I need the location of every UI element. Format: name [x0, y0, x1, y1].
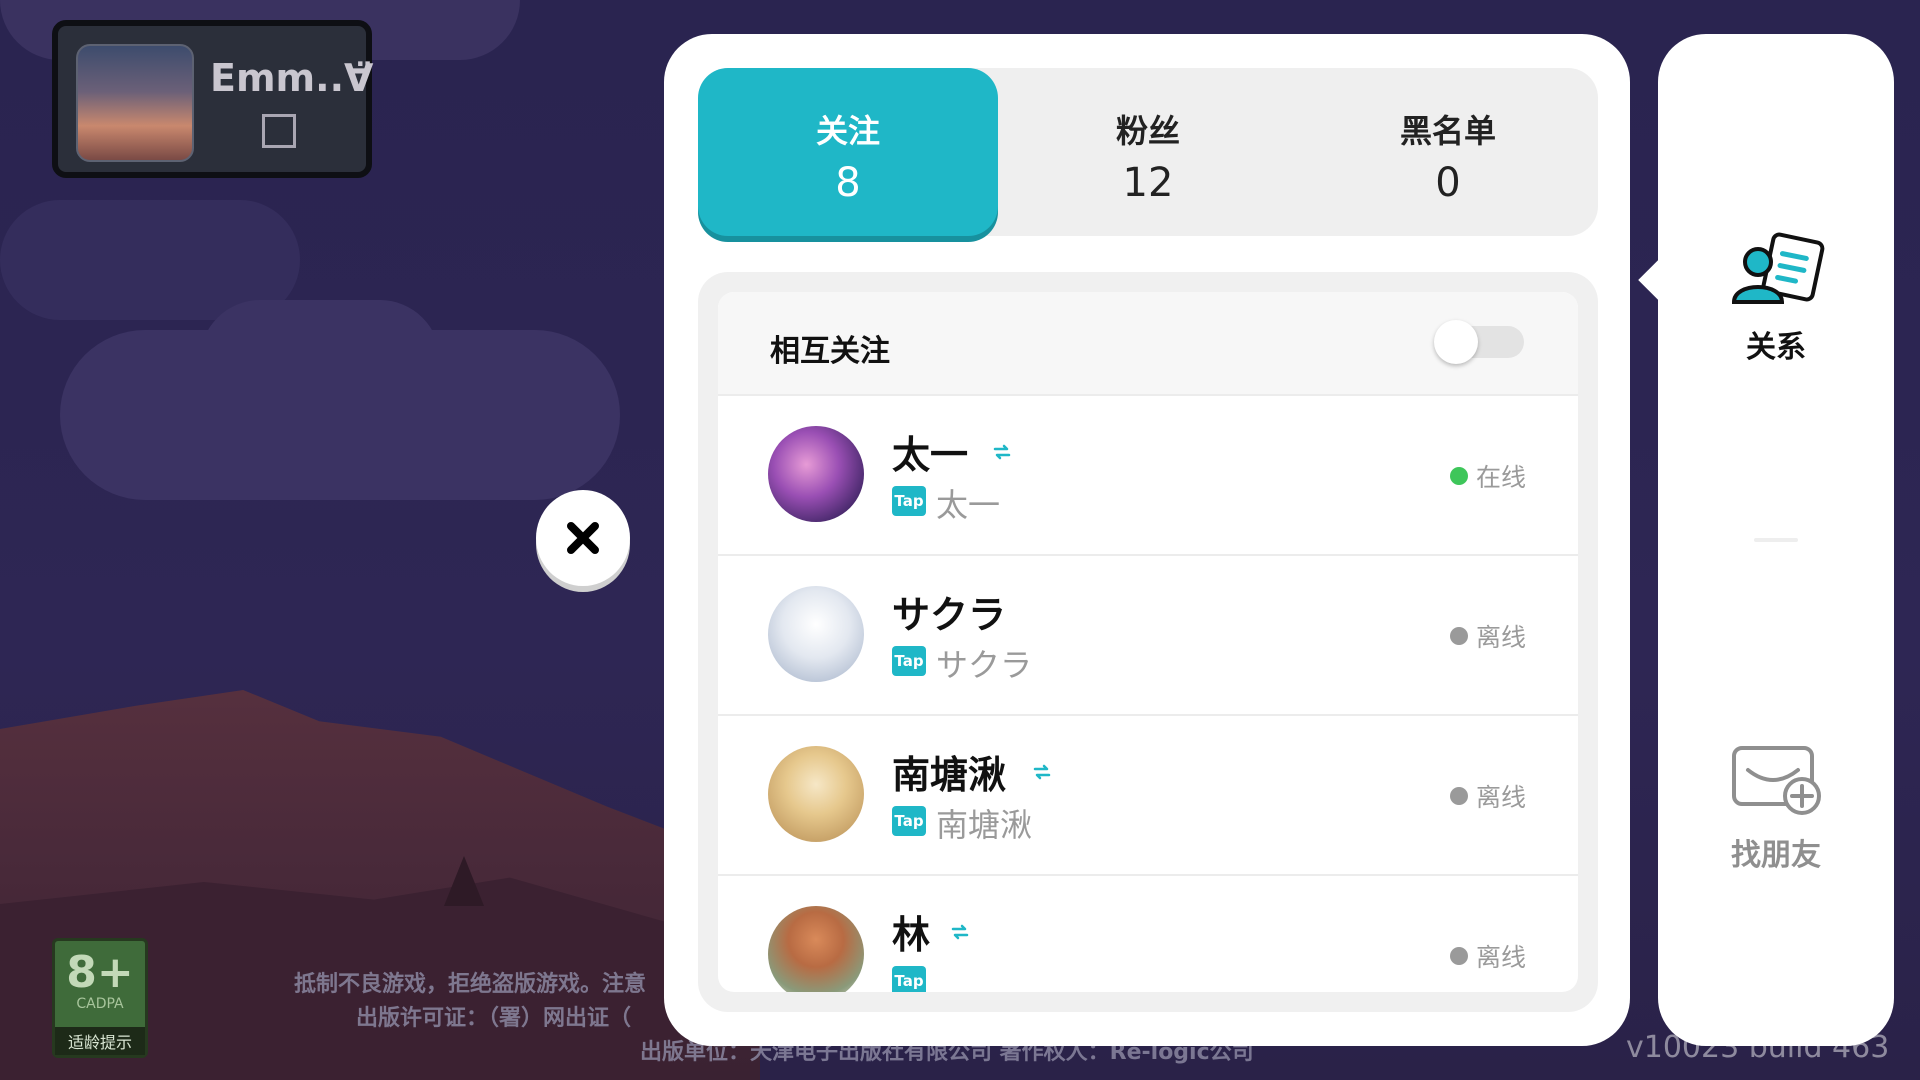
tab-blacklist[interactable]: 黑名单 0	[1298, 68, 1598, 236]
side-find-friends-label: 找朋友	[1731, 838, 1821, 873]
player-name: Emm..∀̈	[210, 56, 374, 100]
friend-row[interactable]: 林 Tap 离线	[718, 876, 1578, 992]
offline-dot	[1449, 787, 1468, 805]
friend-status: 离线	[1449, 778, 1526, 814]
age-rating-badge: 8+ CADPA 适龄提示	[52, 938, 148, 1058]
relations-icon	[1731, 232, 1825, 304]
friend-avatar	[768, 586, 864, 682]
friend-tap-name: 南塘湫	[936, 806, 1033, 844]
player-status-box	[262, 114, 296, 148]
notice-line-1: 抵制不良游戏，拒绝盗版游戏。注意	[294, 972, 647, 997]
mutual-follow-icon	[1033, 764, 1051, 780]
close-button[interactable]	[536, 490, 630, 586]
side-relations-label: 关系	[1746, 330, 1806, 365]
tab-fans-label: 粉丝	[1115, 112, 1180, 150]
friend-row[interactable]: サクラ Tap サクラ 离线	[718, 556, 1578, 716]
friend-avatar	[768, 746, 864, 842]
friend-status-text: 在线	[1475, 463, 1526, 492]
tab-following-label: 关注	[815, 112, 880, 150]
friend-status: 离线	[1449, 618, 1526, 654]
friend-status: 离线	[1449, 938, 1526, 974]
friend-name: 南塘湫	[892, 753, 1007, 797]
mutual-filter-label: 相互关注	[770, 334, 890, 369]
player-avatar	[76, 44, 194, 162]
mutual-follow-icon	[951, 924, 969, 940]
mutual-filter-row: 相互关注	[718, 292, 1578, 396]
friend-name: サクラ	[892, 593, 1007, 637]
friend-name: 林	[892, 913, 931, 957]
side-divider	[1754, 538, 1798, 542]
notice-line-2: 出版许可证：（署）网出证（	[356, 1006, 632, 1031]
friend-avatar	[768, 426, 864, 522]
tap-badge: Tap	[892, 806, 926, 836]
player-profile-card[interactable]: Emm..∀̈	[52, 20, 374, 178]
friends-list[interactable]: 相互关注 太一 Tap 太一 在线 サクラ Tap サクラ 离线 南塘湫 Tap…	[718, 292, 1578, 992]
online-dot	[1449, 467, 1468, 485]
friends-list-container: 相互关注 太一 Tap 太一 在线 サクラ Tap サクラ 离线 南塘湫 Tap…	[698, 272, 1598, 1012]
close-icon	[567, 522, 599, 554]
tab-blacklist-label: 黑名单	[1399, 112, 1496, 150]
mutual-follow-icon	[993, 444, 1011, 460]
friend-status-text: 离线	[1475, 623, 1526, 652]
tab-blacklist-count: 0	[1435, 160, 1461, 206]
tab-fans[interactable]: 粉丝 12	[998, 68, 1298, 236]
side-item-find-friends[interactable]: 找朋友	[1658, 740, 1894, 874]
friend-tap-name: サクラ	[936, 646, 1033, 684]
age-rating-value: 8+	[66, 947, 134, 998]
side-item-relations[interactable]: 关系	[1658, 232, 1894, 366]
tab-following[interactable]: 关注 8	[698, 68, 998, 236]
friend-row[interactable]: 太一 Tap 太一 在线	[718, 396, 1578, 556]
friend-status-text: 离线	[1475, 943, 1526, 972]
tab-fans-count: 12	[1122, 160, 1174, 206]
friend-avatar	[768, 906, 864, 992]
age-rating-org: CADPA	[76, 996, 124, 1012]
tap-badge: Tap	[892, 486, 926, 516]
friend-row[interactable]: 南塘湫 Tap 南塘湫 离线	[718, 716, 1578, 876]
friends-tabs: 关注 8 粉丝 12 黑名单 0	[698, 68, 1598, 236]
find-friends-icon	[1732, 746, 1821, 815]
friend-name: 太一	[892, 433, 969, 477]
toggle-knob	[1434, 320, 1478, 364]
tap-badge: Tap	[892, 646, 926, 676]
side-nav: 关系 找朋友	[1638, 34, 1894, 1046]
offline-dot	[1449, 627, 1468, 645]
tap-badge: Tap	[892, 966, 926, 992]
age-rating-tag: 适龄提示	[55, 1027, 145, 1055]
friend-status: 在线	[1449, 458, 1526, 494]
tab-following-count: 8	[835, 160, 861, 206]
friend-tap-name: 太一	[936, 486, 1001, 524]
offline-dot	[1449, 947, 1468, 965]
friend-status-text: 离线	[1475, 783, 1526, 812]
mutual-filter-toggle[interactable]	[1434, 320, 1524, 364]
friends-panel: 关注 8 粉丝 12 黑名单 0 相互关注 太一 Tap 太一 在线 サクラ T…	[664, 34, 1630, 1046]
